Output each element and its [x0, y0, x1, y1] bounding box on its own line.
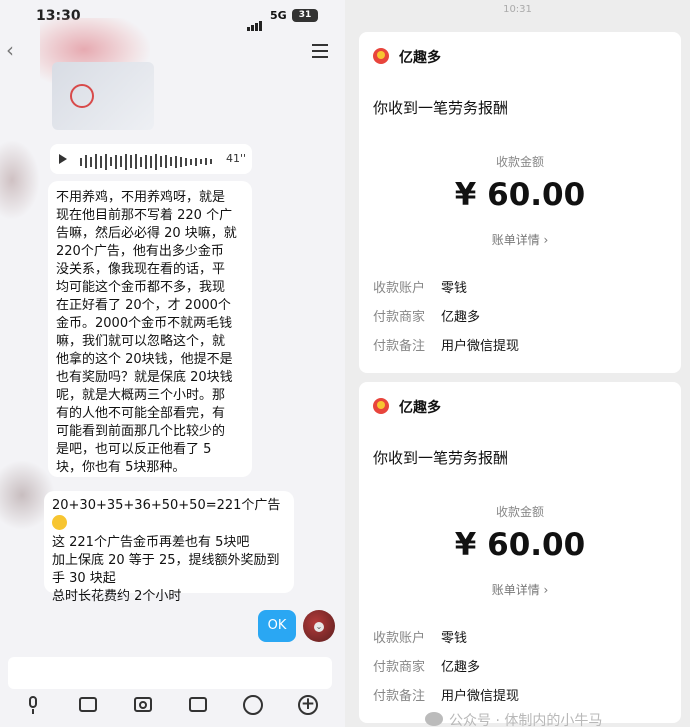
row-key: 收款账户 — [373, 631, 426, 646]
network-type: 5G — [270, 9, 287, 22]
battery-icon: 31 — [292, 9, 318, 22]
camera-icon[interactable] — [132, 694, 154, 716]
wechat-icon — [425, 712, 443, 726]
voice-message[interactable]: 41'' — [50, 144, 252, 174]
message-line: 20+30+35+36+50+50=221个广告 — [52, 498, 281, 513]
signal-icon — [247, 12, 263, 31]
notice-headline: 你收到一笔劳务报酬 — [373, 99, 509, 117]
payment-notices: 10:31 亿趣多 你收到一笔劳务报酬 收款金额 ¥ 60.00 账单详情 › … — [345, 0, 690, 727]
brand-name: 亿趣多 — [399, 50, 441, 66]
row-key: 收款账户 — [373, 281, 426, 296]
detail-row: 付款备注 用户微信提现 — [373, 685, 519, 704]
red-circle-mark — [70, 84, 94, 108]
payment-card[interactable]: 亿趣多 你收到一笔劳务报酬 收款金额 ¥ 60.00 账单详情 › 收款账户 零钱… — [359, 32, 681, 373]
chat-toolbar: + — [0, 694, 345, 722]
amount-value: ¥ 60.00 — [454, 527, 586, 563]
notice-headline: 你收到一笔劳务报酬 — [373, 449, 509, 467]
row-key: 付款备注 — [373, 339, 426, 354]
row-value: 亿趣多 — [441, 660, 481, 675]
hamburger-menu-icon[interactable] — [312, 44, 328, 58]
brand-logo-icon — [373, 48, 389, 64]
chevron-down-icon: ⌄ — [314, 622, 324, 632]
image-icon[interactable] — [77, 694, 99, 716]
detail-row: 付款商家 亿趣多 — [373, 656, 480, 675]
voice-duration: 41'' — [226, 152, 247, 165]
brand-logo-icon — [373, 398, 389, 414]
play-icon[interactable] — [59, 154, 67, 164]
row-value: 亿趣多 — [441, 310, 481, 325]
message-bubble-transcript[interactable]: 不用养鸡，不用养鸡呀，就是 现在他目前那不写着 220 个广 告嘛，然后必必得 … — [48, 181, 252, 477]
microphone-icon[interactable] — [22, 694, 44, 716]
redaction-scribble — [0, 140, 40, 220]
row-value: 用户微信提现 — [441, 339, 520, 354]
plus-icon[interactable]: + — [297, 694, 319, 716]
row-key: 付款商家 — [373, 660, 426, 675]
sent-message-ok[interactable]: OK — [258, 610, 296, 642]
waveform-icon — [80, 151, 220, 170]
row-value: 零钱 — [441, 281, 468, 296]
amount-label: 收款金额 — [495, 155, 544, 169]
message-bubble-summary[interactable]: 20+30+35+36+50+50=221个广告 这 221个广告金币再差也有 … — [44, 491, 294, 604]
brand-name: 亿趣多 — [399, 400, 441, 416]
watermark: 公众号 · 体制内的小牛马 — [425, 710, 690, 727]
bill-detail-link[interactable]: 账单详情 › — [359, 231, 681, 248]
bill-detail-link[interactable]: 账单详情 › — [359, 581, 681, 598]
payment-card[interactable]: 亿趣多 你收到一笔劳务报酬 收款金额 ¥ 60.00 账单详情 › 收款账户 零钱… — [359, 382, 681, 723]
detail-row: 付款备注 用户微信提现 — [373, 335, 519, 354]
message-line: 这 221个广告金币再差也有 5块吧 加上保底 20 等于 25，提线额外奖励到… — [52, 535, 280, 604]
row-key: 付款商家 — [373, 310, 426, 325]
sticker-icon[interactable] — [187, 694, 209, 716]
chat-screen: 13:30 5G 31 ‹ 41'' 不用养鸡，不用养鸡呀，就是 现在他目前那不… — [0, 0, 345, 727]
grin-emoji-icon — [52, 515, 67, 530]
notice-time: 10:31 — [503, 4, 532, 15]
amount-label: 收款金额 — [495, 505, 544, 519]
amount-value: ¥ 60.00 — [454, 177, 586, 213]
row-value: 零钱 — [441, 631, 468, 646]
watermark-text: 公众号 · 体制内的小牛马 — [449, 713, 603, 727]
detail-row: 付款商家 亿趣多 — [373, 306, 480, 325]
row-key: 付款备注 — [373, 689, 426, 704]
message-input[interactable] — [8, 657, 332, 689]
back-arrow-icon[interactable]: ‹ — [6, 40, 20, 60]
detail-row: 收款账户 零钱 — [373, 627, 467, 646]
row-value: 用户微信提现 — [441, 689, 520, 704]
emoji-icon[interactable] — [242, 694, 264, 716]
detail-row: 收款账户 零钱 — [373, 277, 467, 296]
image-thumbnail[interactable] — [52, 62, 154, 130]
